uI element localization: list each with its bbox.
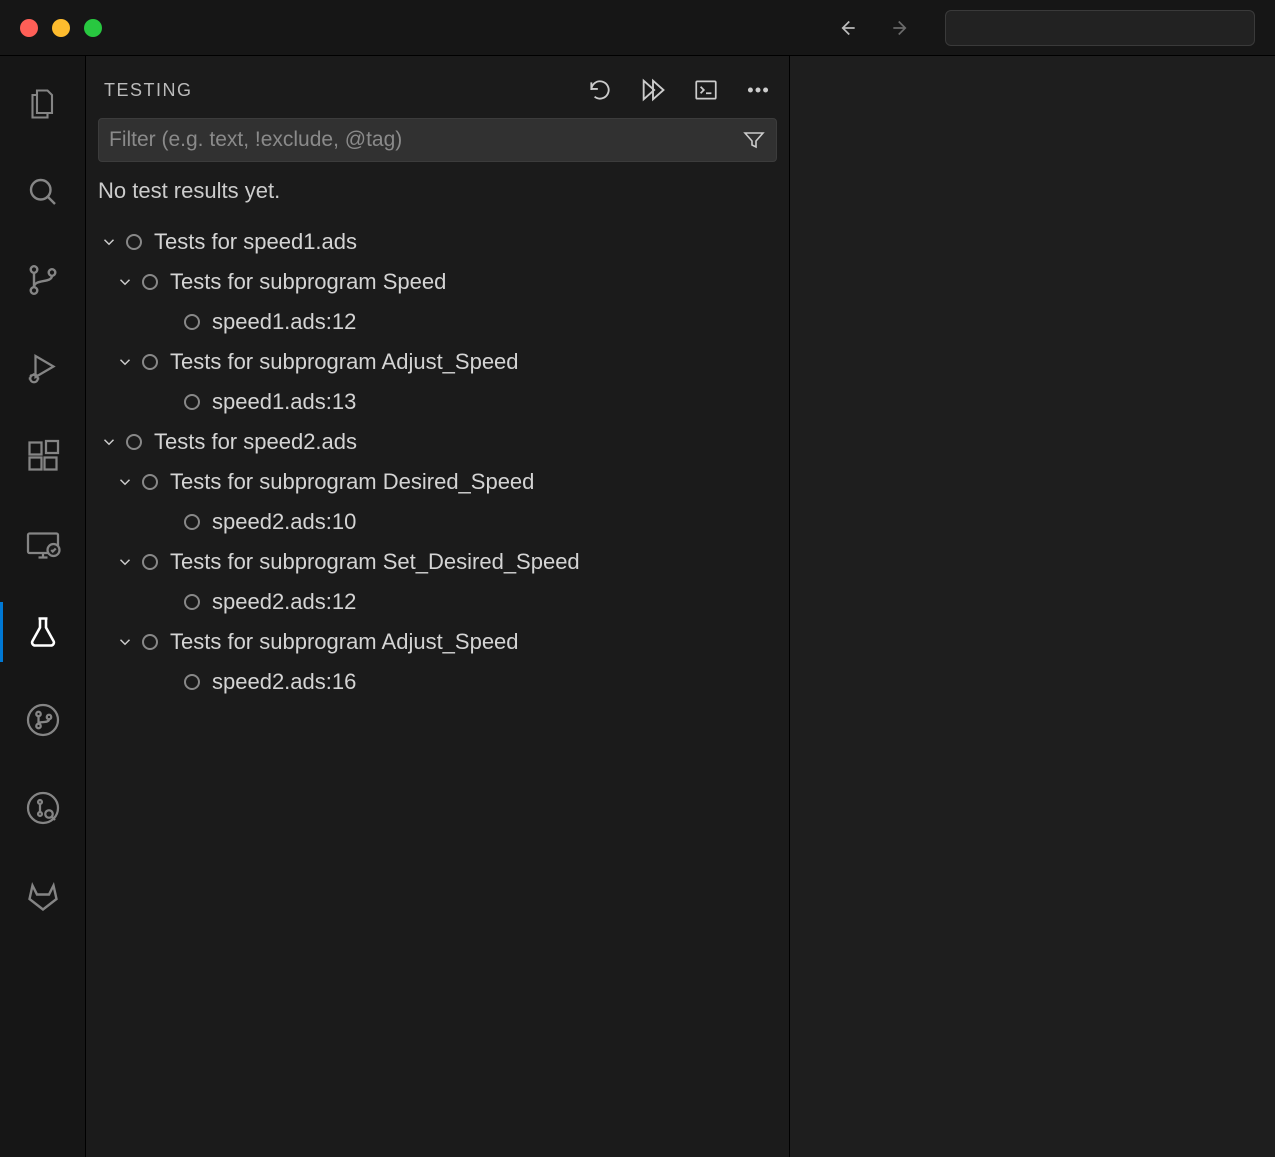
filter-button[interactable] [742, 128, 766, 152]
extensions-icon [25, 438, 61, 474]
tree-label: Tests for subprogram Adjust_Speed [170, 629, 519, 655]
test-status-icon [126, 434, 142, 450]
remote-icon [25, 526, 61, 562]
tree-label: Tests for subprogram Desired_Speed [170, 469, 534, 495]
filter-input[interactable] [109, 128, 742, 152]
chevron-down-icon[interactable] [114, 473, 136, 491]
test-status-icon [184, 674, 200, 690]
chevron-down-icon[interactable] [114, 633, 136, 651]
tree-label: speed2.ads:12 [212, 589, 356, 615]
activity-graph[interactable] [0, 696, 86, 744]
test-status-icon [142, 634, 158, 650]
window-close-button[interactable] [20, 19, 38, 37]
titlebar [0, 0, 1275, 56]
test-status-icon [184, 514, 200, 530]
activity-bar [0, 56, 86, 1157]
tree-row[interactable]: Tests for subprogram Set_Desired_Speed [86, 542, 789, 582]
tree-label: speed2.ads:16 [212, 669, 356, 695]
more-actions-button[interactable] [745, 77, 771, 103]
tree-row[interactable]: speed1.ads:13 [86, 382, 789, 422]
nav-arrows [833, 15, 915, 41]
window-minimize-button[interactable] [52, 19, 70, 37]
refresh-tests-button[interactable] [587, 77, 613, 103]
command-center-search[interactable] [945, 10, 1255, 46]
refresh-icon [587, 77, 613, 103]
test-status-icon [126, 234, 142, 250]
ellipsis-icon [745, 77, 771, 103]
tree-label: Tests for subprogram Set_Desired_Speed [170, 549, 580, 575]
tree-row[interactable]: speed2.ads:12 [86, 582, 789, 622]
tree-label: Tests for subprogram Speed [170, 269, 446, 295]
test-status-icon [184, 594, 200, 610]
testing-sidebar: TESTING [86, 56, 790, 1157]
play-all-icon [639, 76, 667, 104]
tree-row[interactable]: speed2.ads:16 [86, 662, 789, 702]
activity-remote[interactable] [0, 520, 86, 568]
activity-explorer[interactable] [0, 80, 86, 128]
tree-label: Tests for speed1.ads [154, 229, 357, 255]
window-controls [20, 19, 102, 37]
test-status-icon [142, 354, 158, 370]
nav-back-button[interactable] [833, 15, 859, 41]
tree-label: Tests for speed2.ads [154, 429, 357, 455]
tree-row[interactable]: Tests for subprogram Adjust_Speed [86, 342, 789, 382]
tree-row[interactable]: speed2.ads:10 [86, 502, 789, 542]
git-graph-icon [25, 702, 61, 738]
editor-area [790, 56, 1275, 1157]
tree-row[interactable]: Tests for speed1.ads [86, 222, 789, 262]
chevron-down-icon[interactable] [98, 433, 120, 451]
tree-label: speed1.ads:12 [212, 309, 356, 335]
tree-row[interactable]: Tests for speed2.ads [86, 422, 789, 462]
debug-icon [25, 350, 61, 386]
activity-lens[interactable] [0, 784, 86, 832]
run-all-tests-button[interactable] [639, 76, 667, 104]
chevron-down-icon[interactable] [114, 353, 136, 371]
beaker-icon [25, 614, 61, 650]
tree-row[interactable]: speed1.ads:12 [86, 302, 789, 342]
files-icon [25, 86, 61, 122]
chevron-down-icon[interactable] [114, 273, 136, 291]
sidebar-title: TESTING [104, 80, 193, 101]
tree-label: speed2.ads:10 [212, 509, 356, 535]
test-status-icon [142, 274, 158, 290]
activity-run-debug[interactable] [0, 344, 86, 392]
test-status-icon [184, 314, 200, 330]
funnel-icon [742, 128, 766, 152]
test-status-icon [184, 394, 200, 410]
nav-forward-button[interactable] [889, 15, 915, 41]
chevron-down-icon[interactable] [98, 233, 120, 251]
status-text: No test results yet. [86, 172, 789, 218]
search-icon [25, 174, 61, 210]
tree-row[interactable]: Tests for subprogram Adjust_Speed [86, 622, 789, 662]
branch-icon [25, 262, 61, 298]
activity-source-control[interactable] [0, 256, 86, 304]
activity-testing[interactable] [0, 608, 86, 656]
show-output-button[interactable] [693, 77, 719, 103]
chevron-down-icon[interactable] [114, 553, 136, 571]
activity-extensions[interactable] [0, 432, 86, 480]
tree-row[interactable]: Tests for subprogram Desired_Speed [86, 462, 789, 502]
filter-box [98, 118, 777, 162]
terminal-icon [693, 77, 719, 103]
tree-label: Tests for subprogram Adjust_Speed [170, 349, 519, 375]
tree-label: speed1.ads:13 [212, 389, 356, 415]
test-tree: Tests for speed1.ads Tests for subprogram… [86, 218, 789, 706]
test-status-icon [142, 474, 158, 490]
test-status-icon [142, 554, 158, 570]
tree-row[interactable]: Tests for subprogram Speed [86, 262, 789, 302]
gitlab-icon [25, 878, 61, 914]
activity-gitlab[interactable] [0, 872, 86, 920]
git-lens-icon [25, 790, 61, 826]
activity-search[interactable] [0, 168, 86, 216]
window-maximize-button[interactable] [84, 19, 102, 37]
